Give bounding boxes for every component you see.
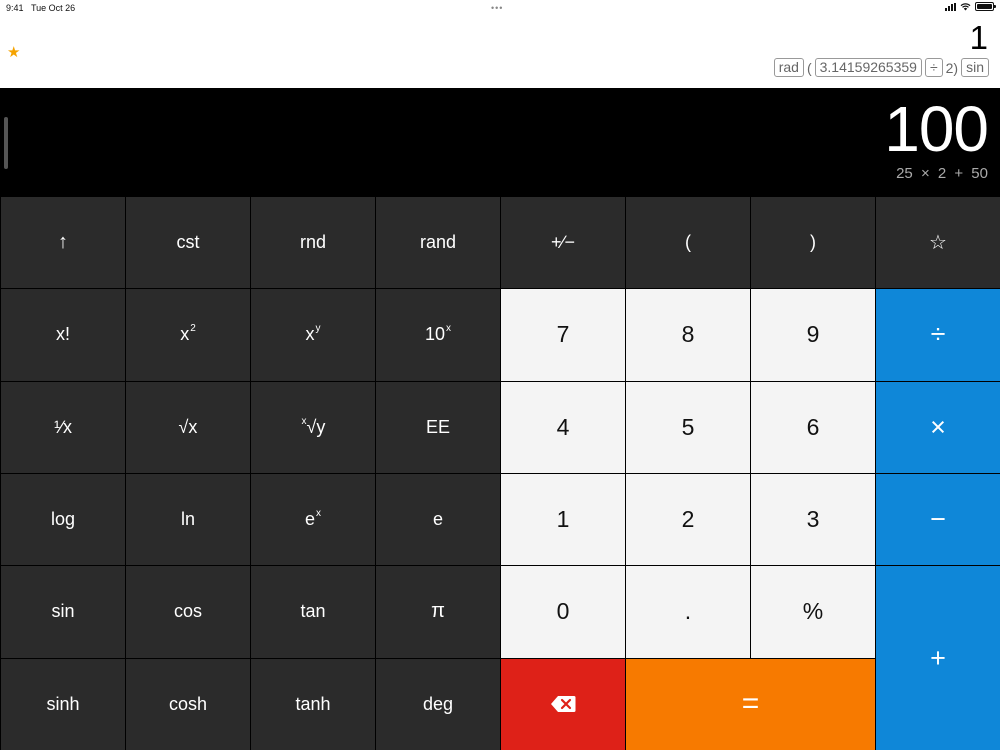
ten-power-button[interactable]: 10 x <box>376 289 500 381</box>
cst-button[interactable]: cst <box>126 197 250 289</box>
tan-button[interactable]: tan <box>251 566 375 658</box>
digit-7-button[interactable]: 7 <box>501 289 625 381</box>
equals-button[interactable]: = <box>626 658 875 750</box>
history-panel: ★ 1 rad ( 3.14159265359 ÷ 2) sin <box>0 15 1000 88</box>
shift-button[interactable]: ↑ <box>1 197 125 289</box>
history-token: 3.14159265359 <box>814 58 922 77</box>
digit-8-button[interactable]: 8 <box>626 289 750 381</box>
ee-button[interactable]: EE <box>376 381 500 473</box>
cellular-signal-icon <box>945 2 956 11</box>
wifi-icon <box>960 2 971 10</box>
deg-button[interactable]: deg <box>376 658 500 750</box>
history-token: ( <box>806 59 812 76</box>
power-button[interactable]: xy <box>251 289 375 381</box>
open-paren-button[interactable]: ( <box>626 197 750 289</box>
battery-icon <box>975 2 996 11</box>
cosh-button[interactable]: cosh <box>126 658 250 750</box>
multitasking-dots[interactable]: ••• <box>491 3 503 13</box>
sinh-button[interactable]: sinh <box>1 658 125 750</box>
negate-button[interactable]: +∕− <box>501 197 625 289</box>
digit-2-button[interactable]: 2 <box>626 474 750 566</box>
digit-4-button[interactable]: 4 <box>501 381 625 473</box>
decimal-button[interactable]: . <box>626 566 750 658</box>
digit-5-button[interactable]: 5 <box>626 381 750 473</box>
tanh-button[interactable]: tanh <box>251 658 375 750</box>
drawer-handle[interactable] <box>4 117 8 169</box>
rand-button[interactable]: rand <box>376 197 500 289</box>
exp-button[interactable]: ex <box>251 474 375 566</box>
multiply-button[interactable]: × <box>876 381 1000 473</box>
favorite-button[interactable]: ☆ <box>876 197 1000 289</box>
display-expression: 25 × 2 + 50 <box>896 165 988 182</box>
digit-3-button[interactable]: 3 <box>751 474 875 566</box>
divide-button[interactable]: ÷ <box>876 289 1000 381</box>
sin-button[interactable]: sin <box>1 566 125 658</box>
backspace-button[interactable] <box>501 658 625 750</box>
digit-1-button[interactable]: 1 <box>501 474 625 566</box>
reciprocal-button[interactable]: ¹∕x <box>1 381 125 473</box>
pi-button[interactable]: π <box>376 566 500 658</box>
history-token: ÷ <box>924 58 943 77</box>
ln-button[interactable]: ln <box>126 474 250 566</box>
star-icon: ☆ <box>929 232 947 255</box>
calculator-display: 100 25 × 2 + 50 <box>0 88 1000 197</box>
status-time: 9:41 <box>6 3 24 13</box>
square-root-button[interactable]: √x <box>126 381 250 473</box>
history-token: 2) <box>945 59 959 76</box>
history-token: sin <box>961 58 989 77</box>
history-expression: rad ( 3.14159265359 ÷ 2) sin <box>773 58 989 77</box>
favorite-star-icon[interactable]: ★ <box>7 43 20 61</box>
status-bar: 9:41 Tue Oct 26 ••• <box>0 0 1000 15</box>
digit-6-button[interactable]: 6 <box>751 381 875 473</box>
status-indicators <box>945 2 996 11</box>
backspace-icon <box>551 696 576 713</box>
square-button[interactable]: x2 <box>126 289 250 381</box>
status-date: Tue Oct 26 <box>31 3 76 13</box>
cos-button[interactable]: cos <box>126 566 250 658</box>
history-result: 1 <box>969 19 988 56</box>
minus-button[interactable]: − <box>876 474 1000 566</box>
nth-root-button[interactable]: x √y <box>251 381 375 473</box>
display-value: 100 <box>884 93 989 165</box>
factorial-button[interactable]: x! <box>1 289 125 381</box>
plus-button[interactable]: + <box>876 566 1000 750</box>
rnd-button[interactable]: rnd <box>251 197 375 289</box>
history-token: rad <box>773 58 804 77</box>
digit-0-button[interactable]: 0 <box>501 566 625 658</box>
close-paren-button[interactable]: ) <box>751 197 875 289</box>
euler-button[interactable]: e <box>376 474 500 566</box>
digit-9-button[interactable]: 9 <box>751 289 875 381</box>
log-button[interactable]: log <box>1 474 125 566</box>
percent-button[interactable]: % <box>751 566 875 658</box>
keypad: ↑ cst rnd rand +∕− ( ) ☆ x! x2 xy 10 x 7 … <box>0 197 1000 750</box>
up-arrow-icon: ↑ <box>58 231 68 254</box>
